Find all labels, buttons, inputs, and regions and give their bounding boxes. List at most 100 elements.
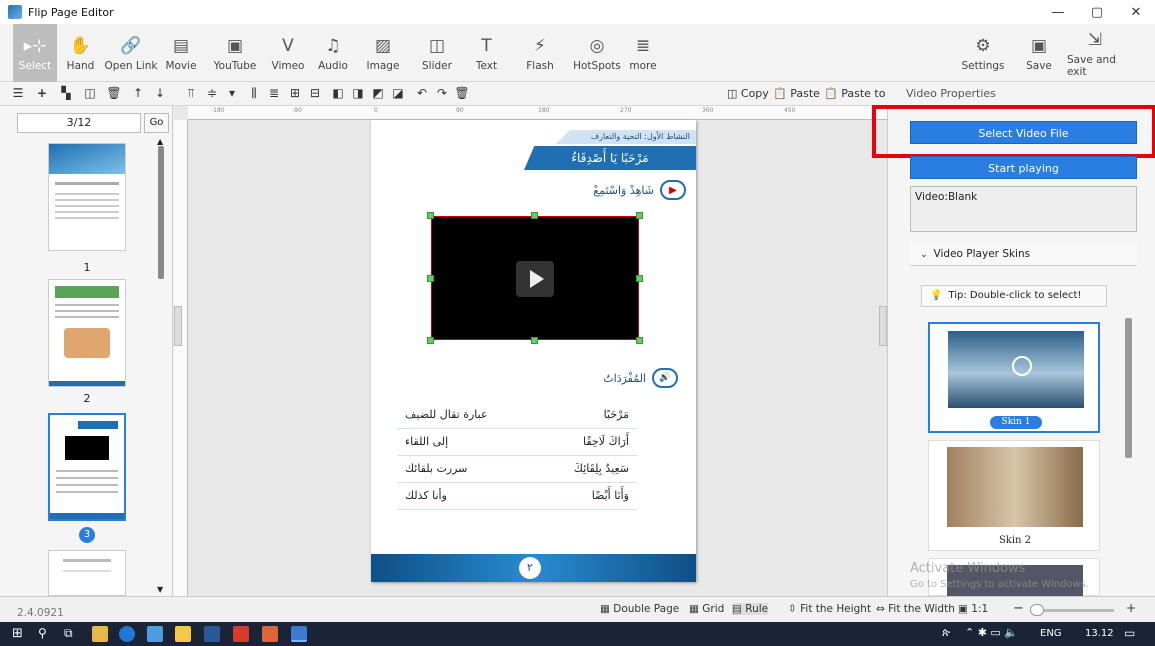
windows-start-icon[interactable]: ⊞ xyxy=(12,626,23,641)
save-and-exit-tool[interactable]: ⇲ Save and exit xyxy=(1067,24,1123,82)
tray-icons[interactable]: ⌃ ✱ ▭ 🔈 xyxy=(965,626,1018,639)
paste-to-button[interactable]: 📋 Paste to xyxy=(824,87,885,100)
store-icon[interactable] xyxy=(92,626,108,642)
skins-section-header[interactable]: ⌄ Video Player Skins xyxy=(910,243,1137,266)
close-button[interactable]: ✕ xyxy=(1116,0,1155,24)
image-tool[interactable]: ▨ Image xyxy=(356,24,410,82)
settings-tool[interactable]: ⚙ Settings xyxy=(955,24,1011,82)
resize-handle[interactable] xyxy=(427,275,434,282)
resize-handle[interactable] xyxy=(531,337,538,344)
distribute-h-icon[interactable]: ⫼ xyxy=(246,86,262,101)
resize-handle[interactable] xyxy=(636,275,643,282)
zoom-out-button[interactable]: − xyxy=(1013,601,1024,616)
same-height-icon[interactable]: ⊟ xyxy=(307,86,323,100)
maximize-button[interactable]: ▢ xyxy=(1077,0,1117,24)
add-page-icon[interactable]: + xyxy=(34,86,50,100)
vimeo-tool[interactable]: V Vimeo xyxy=(266,24,310,82)
resize-handle[interactable] xyxy=(427,212,434,219)
clock[interactable]: 13.12 xyxy=(1085,628,1114,639)
skin-2-option[interactable]: Skin 2 xyxy=(928,440,1100,551)
grid-button[interactable]: ▦ Grid xyxy=(689,603,724,615)
fit-height-button[interactable]: ⇳ Fit the Height xyxy=(788,603,871,615)
send-backward-icon[interactable]: ◪ xyxy=(390,86,406,100)
list-icon[interactable]: ☰ xyxy=(10,86,26,100)
page-thumbnail-2[interactable] xyxy=(48,279,126,387)
skin-1-option[interactable]: Skin 1 xyxy=(928,322,1100,433)
align-bottom-icon[interactable]: ▾ xyxy=(224,86,240,100)
edge-icon[interactable] xyxy=(119,626,135,642)
video-element[interactable] xyxy=(431,216,639,340)
zoom-in-button[interactable]: + xyxy=(1126,601,1136,615)
editor-canvas[interactable]: -180 -90 0 90 180 270 360 450 النشاط الأ… xyxy=(174,106,887,596)
page-thumbnail-3[interactable] xyxy=(48,413,126,521)
insert-page-icon[interactable]: ▚ xyxy=(58,86,74,100)
resize-handle[interactable] xyxy=(427,337,434,344)
more-tool[interactable]: ≣ more xyxy=(623,24,663,82)
page-thumbnail-4[interactable] xyxy=(48,550,126,596)
bring-forward-icon[interactable]: ◩ xyxy=(370,86,386,100)
youtube-tool[interactable]: ▣ YouTube xyxy=(204,24,266,82)
delete-icon[interactable]: 🗑 xyxy=(454,86,470,100)
thumbnail-scrollbar[interactable] xyxy=(158,146,164,279)
send-back-icon[interactable]: ◨ xyxy=(350,86,366,100)
delete-page-icon[interactable]: 🗑 xyxy=(106,86,122,100)
start-playing-button[interactable]: Start playing xyxy=(910,156,1137,179)
language-indicator[interactable]: ENG xyxy=(1040,628,1062,639)
status-bar: 2.4.0921 ▦ Double Page ▦ Grid ▤ Rule ⇳ F… xyxy=(0,596,1155,622)
align-top-icon[interactable]: ⫪ xyxy=(183,86,199,101)
redo-icon[interactable]: ↷ xyxy=(434,86,450,100)
video-source-field[interactable]: Video:Blank xyxy=(910,186,1137,232)
hotspots-tool[interactable]: ◎ HotSpots xyxy=(571,24,623,82)
flash-tool[interactable]: ⚡ Flash xyxy=(509,24,571,82)
rule-button[interactable]: ▤ Rule xyxy=(732,603,769,615)
actual-size-button[interactable]: ▣ 1:1 xyxy=(958,603,988,615)
go-button[interactable]: Go xyxy=(144,113,169,133)
minimize-button[interactable]: — xyxy=(1038,0,1078,24)
search-icon[interactable]: ⚲ xyxy=(38,626,47,640)
word-icon[interactable] xyxy=(204,626,220,642)
notification-icon[interactable]: ▭ xyxy=(1124,626,1135,640)
right-collapse-handle[interactable] xyxy=(879,306,887,346)
resize-handle[interactable] xyxy=(531,212,538,219)
copy-page-icon[interactable]: ◫ xyxy=(82,86,98,100)
slider-tool[interactable]: ◫ Slider xyxy=(410,24,464,82)
task-view-icon[interactable]: ⧉ xyxy=(64,626,73,641)
zoom-slider[interactable] xyxy=(1030,604,1114,616)
distribute-v-icon[interactable]: ≣ xyxy=(266,86,282,100)
play-icon[interactable] xyxy=(516,261,554,297)
align-middle-icon[interactable]: ≑ xyxy=(204,86,220,100)
audio-tool[interactable]: ♫ Audio xyxy=(310,24,356,82)
copy-button[interactable]: ◫ Copy xyxy=(727,87,769,100)
scroll-up-icon[interactable]: ▲ xyxy=(157,137,163,146)
zoom-slider-thumb[interactable] xyxy=(1030,604,1044,616)
move-down-icon[interactable]: ↓ xyxy=(152,86,168,100)
move-up-icon[interactable]: ↑ xyxy=(130,86,146,100)
movie-label: Movie xyxy=(165,59,197,72)
same-width-icon[interactable]: ⊞ xyxy=(287,86,303,100)
flip-editor-taskbar-icon[interactable] xyxy=(291,626,307,642)
app-icon-orange[interactable] xyxy=(262,626,278,642)
select-tool[interactable]: ▸⊹ Select xyxy=(13,24,57,82)
page-thumbnail-1[interactable] xyxy=(48,143,126,251)
text-tool[interactable]: T Text xyxy=(464,24,509,82)
double-page-button[interactable]: ▦ Double Page xyxy=(600,603,679,615)
lightbulb-icon: 💡 xyxy=(930,290,943,301)
acrobat-icon[interactable] xyxy=(233,626,249,642)
open-link-tool[interactable]: 🔗 Open Link xyxy=(104,24,158,82)
hand-tool[interactable]: ✋ Hand xyxy=(57,24,104,82)
resize-handle[interactable] xyxy=(636,212,643,219)
scroll-down-icon[interactable]: ▼ xyxy=(157,585,163,594)
page-number-input[interactable]: 3/12 xyxy=(17,113,141,133)
paste-button[interactable]: 📋 Paste xyxy=(773,87,820,100)
movie-tool[interactable]: ▤ Movie xyxy=(158,24,204,82)
bring-front-icon[interactable]: ◧ xyxy=(330,86,346,100)
file-explorer-icon[interactable] xyxy=(175,626,191,642)
left-collapse-handle[interactable] xyxy=(174,306,182,346)
fit-width-button[interactable]: ⇔ Fit the Width xyxy=(876,603,955,615)
resize-handle[interactable] xyxy=(636,337,643,344)
undo-icon[interactable]: ↶ xyxy=(414,86,430,100)
browser-icon[interactable] xyxy=(147,626,163,642)
skins-scrollbar[interactable] xyxy=(1125,318,1132,458)
save-tool[interactable]: ▣ Save xyxy=(1011,24,1067,82)
people-icon[interactable]: ጵ xyxy=(942,626,950,640)
